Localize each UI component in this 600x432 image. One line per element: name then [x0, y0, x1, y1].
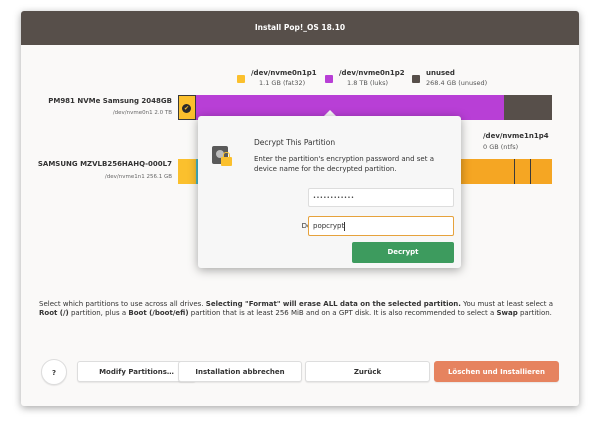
erase-and-install-button[interactable]: Löschen und Installieren [434, 361, 559, 382]
legend-name-p1: /dev/nvme0n1p1 [251, 69, 317, 77]
device-name-value: popcrypt [313, 222, 345, 230]
legend-size-p1: 1.1 GB (fat32) [259, 79, 306, 87]
disk2-name: SAMSUNG MZVLB256HAHQ-000L7 [37, 160, 172, 168]
cancel-installation-button[interactable]: Installation abbrechen [178, 361, 302, 382]
disk1-path: /dev/nvme0n1 2.0 TB [112, 110, 172, 116]
decrypt-description: Enter the partition's encryption passwor… [254, 155, 434, 173]
partition-instructions: Select which partitions to use across al… [39, 300, 564, 318]
info-bold-2: Root (/) [39, 309, 69, 317]
legend-swatch-luks [325, 75, 333, 83]
legend-name-unused: unused [426, 69, 455, 77]
decrypt-button[interactable]: Decrypt [352, 242, 454, 263]
partition-unused[interactable] [504, 95, 552, 120]
legend-size-p2: 1.8 TB (luks) [347, 79, 389, 87]
disk2-path: /dev/nvme1n1 256.1 GB [104, 174, 172, 180]
decrypt-title: Decrypt This Partition [254, 138, 336, 147]
info-bold-3: Boot (/boot/efi) [128, 309, 189, 317]
legend-swatch-fat32 [237, 75, 245, 83]
legend-size-unused: 268.4 GB (unused) [426, 79, 488, 87]
legend-name-p2: /dev/nvme0n1p2 [339, 69, 405, 77]
info-text-5: partition. [517, 309, 552, 317]
device-name-input[interactable]: popcrypt [308, 216, 454, 236]
legend2-name-p4: /dev/nvme1n1p4 [483, 132, 549, 140]
info-text-1: Select which partitions to use across al… [39, 300, 206, 308]
password-input[interactable]: •••••••••••• [308, 188, 454, 207]
text-cursor [344, 221, 346, 231]
info-text-2: You must at least select a [460, 300, 554, 308]
info-bold-1: Selecting "Format" will erase ALL data o… [205, 300, 461, 308]
partition-nvme1n1p5[interactable] [515, 159, 531, 184]
partition-nvme0n1p1[interactable]: ✔ [178, 95, 196, 120]
check-icon: ✔ [182, 104, 191, 113]
partition-nvme1n1p6[interactable] [531, 159, 552, 184]
decrypt-popover: Decrypt This Partition Enter the partiti… [198, 116, 461, 268]
partition-nvme1n1p1[interactable] [178, 159, 196, 184]
legend-swatch-unused [412, 75, 420, 83]
legend2-size-p4: 0 GB (ntfs) [483, 143, 519, 151]
info-bold-4: Swap [496, 309, 518, 317]
help-button[interactable]: ? [41, 359, 67, 385]
info-text-4: partition that is at least 256 MiB and o… [188, 309, 497, 317]
info-text-3: partition, plus a [68, 309, 129, 317]
window-title: Install Pop!_OS 18.10 [21, 11, 579, 45]
back-button[interactable]: Zurück [305, 361, 430, 382]
disk1-name: PM981 NVMe Samsung 2048GB [48, 97, 172, 105]
lock-drive-icon [212, 146, 234, 170]
